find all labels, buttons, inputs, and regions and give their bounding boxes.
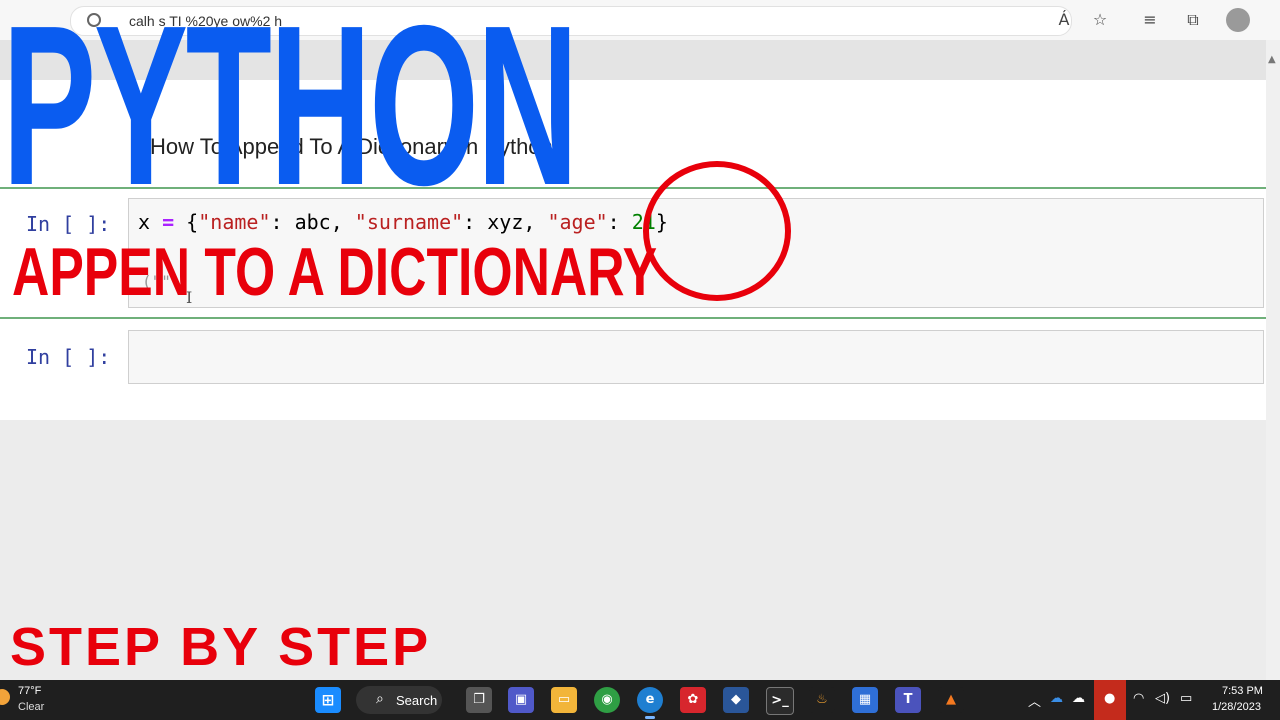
edge-browser-icon[interactable]: e (637, 687, 663, 713)
cell2-prompt: In [ ]: (26, 345, 111, 369)
teams-icon[interactable]: T (895, 687, 921, 713)
battery-icon[interactable]: ▭ (1180, 691, 1192, 706)
app-icon-blue-diamond[interactable]: ◆ (723, 687, 749, 713)
volume-icon[interactable]: ◁) (1155, 691, 1170, 706)
anaconda-app-icon[interactable]: ♨ (809, 687, 835, 713)
wifi-icon[interactable]: ◠ (1133, 691, 1144, 706)
cloud-icon[interactable]: ☁ (1072, 691, 1085, 706)
microphone-icon[interactable]: ● (1104, 691, 1115, 706)
matlab-icon[interactable]: ▲ (938, 687, 964, 713)
favorite-star-icon[interactable]: ☆ (1088, 9, 1112, 31)
cell-border-selected (0, 317, 1266, 319)
calculator-grid-icon[interactable]: ▦ (852, 687, 878, 713)
file-explorer-icon[interactable]: ▭ (551, 687, 577, 713)
weather-condition[interactable]: Clear (18, 701, 44, 713)
code-sep-age: : (607, 210, 632, 234)
page-scrollbar[interactable] (1266, 40, 1280, 680)
teams-chat-icon[interactable]: ▣ (508, 687, 534, 713)
task-view-icon[interactable]: ❐ (466, 687, 492, 713)
weather-moon-icon[interactable] (0, 689, 10, 705)
read-aloud-icon[interactable]: Á (1052, 9, 1076, 31)
collections-icon[interactable]: ⧉ (1181, 9, 1205, 31)
overlay-footer: STEP BY STEP (10, 617, 432, 677)
scroll-up-arrow-icon[interactable]: ▲ (1268, 54, 1276, 65)
overlay-subtitle: APPEN TO A DICTIONARY (12, 234, 658, 310)
overlay-title: PYTHON (2, 0, 579, 233)
weather-temperature[interactable]: 77°F (18, 685, 41, 697)
search-icon: ⌕ (376, 691, 384, 707)
profile-avatar[interactable] (1226, 8, 1250, 32)
clock-time[interactable]: 7:53 PM (1222, 685, 1263, 697)
terminal-icon[interactable]: >_ (766, 687, 794, 715)
huawei-app-icon[interactable]: ✿ (680, 687, 706, 713)
highlight-circle (643, 161, 791, 301)
windows-start-icon[interactable]: ⊞ (315, 687, 341, 713)
onedrive-cloud-icon[interactable]: ☁ (1050, 691, 1063, 706)
tray-overflow-chevron-icon[interactable]: ︿ (1028, 691, 1041, 710)
edge-active-indicator (645, 716, 655, 719)
favorites-list-icon[interactable]: ≡ (1138, 9, 1162, 31)
chrome-icon[interactable]: ◉ (594, 687, 620, 713)
windows-taskbar: 77°F Clear ⊞ ⌕ Search ❐ ▣ ▭ ◉ e ✿ ◆ >_ ♨… (0, 680, 1280, 720)
cell2-code-editor[interactable] (128, 330, 1264, 384)
taskbar-search-label[interactable]: Search (396, 693, 437, 708)
clock-date[interactable]: 1/28/2023 (1212, 701, 1261, 713)
